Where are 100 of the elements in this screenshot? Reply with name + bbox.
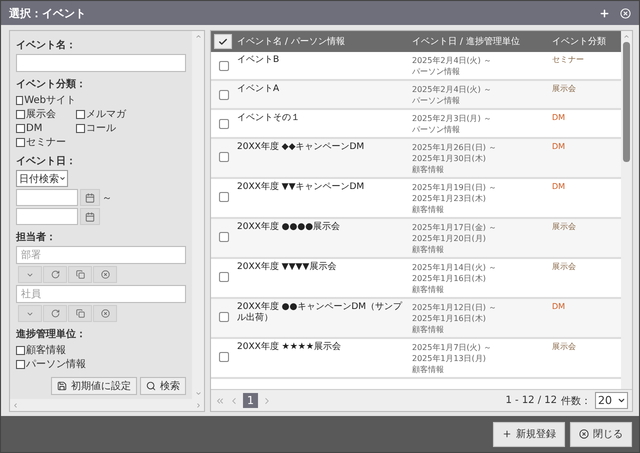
event-detail: パーソン情報 xyxy=(412,96,460,105)
row-checkbox[interactable] xyxy=(219,152,229,162)
field-label: 担当者： xyxy=(16,230,57,244)
table-row[interactable]: 20XX年度 ●●●●展示会 2025年1月17日(金) ～ 2025年1月20日(月) 顧客情報 展示会 xyxy=(211,219,621,259)
event-detail: 2025年1月30日(木) xyxy=(412,154,486,163)
table-row[interactable]: イベントB 2025年2月4日(火) ～ パーソン情報 セミナー xyxy=(211,52,621,81)
plus-icon[interactable] xyxy=(599,8,610,18)
field-label: イベント名： xyxy=(16,38,77,52)
event-detail: 2025年1月20日(月) xyxy=(412,234,486,243)
table-row[interactable]: イベントその１ 2025年2月3日(月) ～ パーソン情報 DM xyxy=(211,110,621,139)
table-row[interactable]: 20XX年度 ◆◆キャンペーンDM 2025年1月26日(日) ～ 2025年1月30日(木) 顧客情報 DM xyxy=(211,139,621,179)
category-label: DM xyxy=(552,182,566,192)
row-checkbox[interactable] xyxy=(219,61,229,71)
event-detail: 顧客情報 xyxy=(412,325,444,334)
calendar-button[interactable] xyxy=(80,189,100,206)
table-row[interactable]: 20XX年度 ▼▼▼▼展示会 2025年1月14日(火) ～ 2025年1月16日(木) 顧客情報 展示会 xyxy=(211,259,621,299)
checkbox-option[interactable]: セミナー xyxy=(16,135,76,149)
event-detail: 2025年1月19日(日) ～ xyxy=(412,183,496,192)
refresh-button[interactable] xyxy=(43,305,67,322)
category-label: DM xyxy=(552,113,566,123)
close-button[interactable]: 閉じる xyxy=(570,422,632,446)
scroll-left-icon[interactable] xyxy=(12,402,19,408)
copy-button[interactable] xyxy=(68,266,92,283)
copy-icon xyxy=(76,270,84,279)
checkbox-option[interactable]: 顧客情報 xyxy=(16,343,186,357)
copy-icon xyxy=(76,309,84,318)
event-detail: 顧客情報 xyxy=(412,205,444,214)
table-row[interactable]: イベントA 2025年2月4日(火) ～ パーソン情報 展示会 xyxy=(211,81,621,110)
scroll-up-icon[interactable] xyxy=(623,33,630,40)
table-row[interactable]: 20XX年度 ●●キャンペーンDM（サンプル出荷） 2025年1月12日(日) ～ 2025年1月16日(木) 顧客情報 DM xyxy=(211,299,621,339)
date-mode-select[interactable]: 日付検索 xyxy=(16,170,68,187)
range-separator: ～ xyxy=(102,192,112,204)
person-field[interactable]: 部署 xyxy=(16,246,186,264)
category-label: 展示会 xyxy=(552,262,577,272)
page-size-label: 件数： xyxy=(561,394,591,408)
row-checkbox[interactable] xyxy=(219,90,229,100)
column-header: イベント分類 xyxy=(552,36,607,48)
check-icon xyxy=(218,36,228,46)
calendar-icon xyxy=(85,192,95,202)
category-label: セミナー xyxy=(552,55,585,65)
date-to-field[interactable] xyxy=(16,208,78,225)
checkbox-option[interactable]: 展示会 xyxy=(16,107,76,121)
row-checkbox[interactable] xyxy=(219,312,229,322)
event-detail: 2025年1月7日(火) ～ xyxy=(412,343,492,352)
event-detail: 2025年2月4日(火) ～ xyxy=(412,85,492,94)
page-size-select[interactable]: 20 xyxy=(595,392,628,409)
event-name: イベントA xyxy=(237,84,280,95)
new-button[interactable]: 新規登録 xyxy=(493,422,565,446)
event-detail: 2025年1月26日(日) ～ xyxy=(412,143,496,152)
category-label: DM xyxy=(552,142,566,152)
event-detail: 2025年1月14日(火) ～ xyxy=(412,263,496,272)
scrollbar-thumb[interactable] xyxy=(623,42,630,162)
checkbox-option[interactable]: メルマガ xyxy=(76,107,146,121)
event-name: 20XX年度 ●●キャンペーンDM（サンプル出荷） xyxy=(237,302,404,324)
category-label: 展示会 xyxy=(552,342,577,352)
column-header: イベント名 / パーソン情報 xyxy=(237,36,346,48)
row-checkbox[interactable] xyxy=(219,192,229,202)
event-name: イベントB xyxy=(237,55,280,66)
event-detail: 2025年2月3日(月) ～ xyxy=(412,114,492,123)
close-icon[interactable] xyxy=(620,8,631,18)
calendar-button[interactable] xyxy=(80,208,100,225)
event-detail: パーソン情報 xyxy=(412,125,460,134)
scroll-down-icon[interactable] xyxy=(194,390,202,397)
copy-button[interactable] xyxy=(68,305,92,322)
row-checkbox[interactable] xyxy=(219,272,229,282)
caret-icon xyxy=(617,396,626,405)
row-checkbox[interactable] xyxy=(219,232,229,242)
field-label: 進捗管理単位： xyxy=(16,328,87,341)
record-count: 1 - 12 / 12 xyxy=(505,395,557,406)
table-row[interactable]: 20XX年度 ★★★★展示会 2025年1月7日(火) ～ 2025年1月13日(月) 顧客情報 展示会 xyxy=(211,339,621,379)
row-checkbox[interactable] xyxy=(219,119,229,129)
event-name-field[interactable] xyxy=(16,54,186,72)
select-all-checkbox[interactable] xyxy=(214,34,232,49)
refresh-button[interactable] xyxy=(43,266,67,283)
person-field[interactable]: 社員 xyxy=(16,285,186,303)
checkbox-option[interactable]: Webサイト xyxy=(16,93,76,107)
refresh-icon xyxy=(50,270,60,279)
plus-icon xyxy=(502,429,512,439)
event-detail: 2025年2月4日(火) ～ xyxy=(412,56,492,65)
checkbox-option[interactable]: コール xyxy=(76,121,146,135)
row-checkbox[interactable] xyxy=(219,352,229,362)
scroll-up-icon[interactable] xyxy=(194,33,202,40)
clear-button[interactable] xyxy=(93,266,117,283)
event-detail: 顧客情報 xyxy=(412,165,444,174)
window-title: 選択：イベント xyxy=(9,6,87,20)
event-detail: 顧客情報 xyxy=(412,365,444,374)
first-page-icon[interactable] xyxy=(215,396,225,406)
table-row[interactable]: 20XX年度 ▼▼キャンペーンDM 2025年1月19日(日) ～ 2025年1月23日(木) 顧客情報 DM xyxy=(211,179,621,219)
clear-button[interactable] xyxy=(93,305,117,322)
date-from-field[interactable] xyxy=(16,189,78,206)
page-button[interactable]: 1 xyxy=(243,393,258,408)
scroll-right-icon[interactable] xyxy=(195,402,202,408)
checkbox-option[interactable]: DM xyxy=(16,121,76,135)
search-button[interactable]: 検索 xyxy=(140,377,186,395)
event-name: 20XX年度 ▼▼キャンペーンDM xyxy=(237,182,366,193)
checkbox-option[interactable]: パーソン情報 xyxy=(16,357,186,371)
clear-icon xyxy=(100,270,110,279)
reset-button[interactable]: 初期値に設定 xyxy=(51,377,137,395)
event-name: 20XX年度 ●●●●展示会 xyxy=(237,222,342,233)
event-detail: 顧客情報 xyxy=(412,245,444,254)
